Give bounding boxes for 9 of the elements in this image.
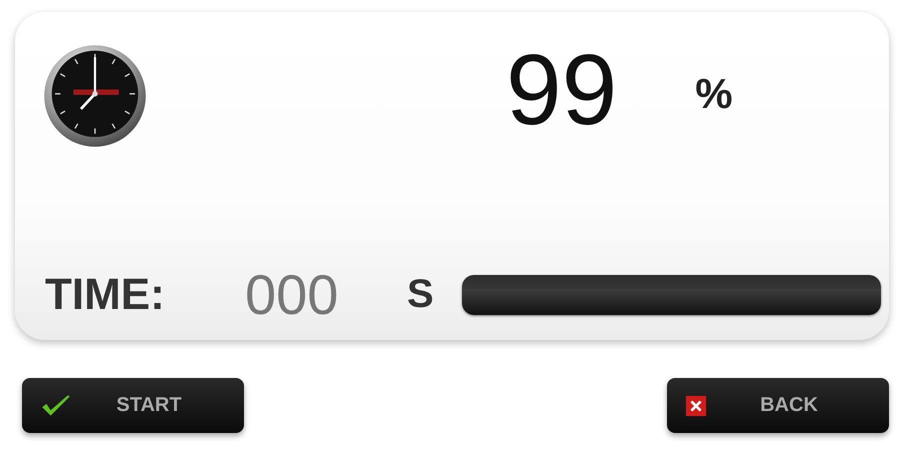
time-value: 000: [245, 262, 340, 327]
percent-sign: %: [695, 70, 733, 118]
close-icon: [685, 394, 707, 416]
progress-value: 99: [506, 40, 618, 140]
time-label: TIME:: [45, 270, 166, 320]
start-button[interactable]: START: [22, 378, 244, 433]
seconds-unit: S: [407, 272, 435, 317]
back-button[interactable]: BACK: [667, 378, 889, 433]
checkmark-icon: [40, 392, 72, 418]
